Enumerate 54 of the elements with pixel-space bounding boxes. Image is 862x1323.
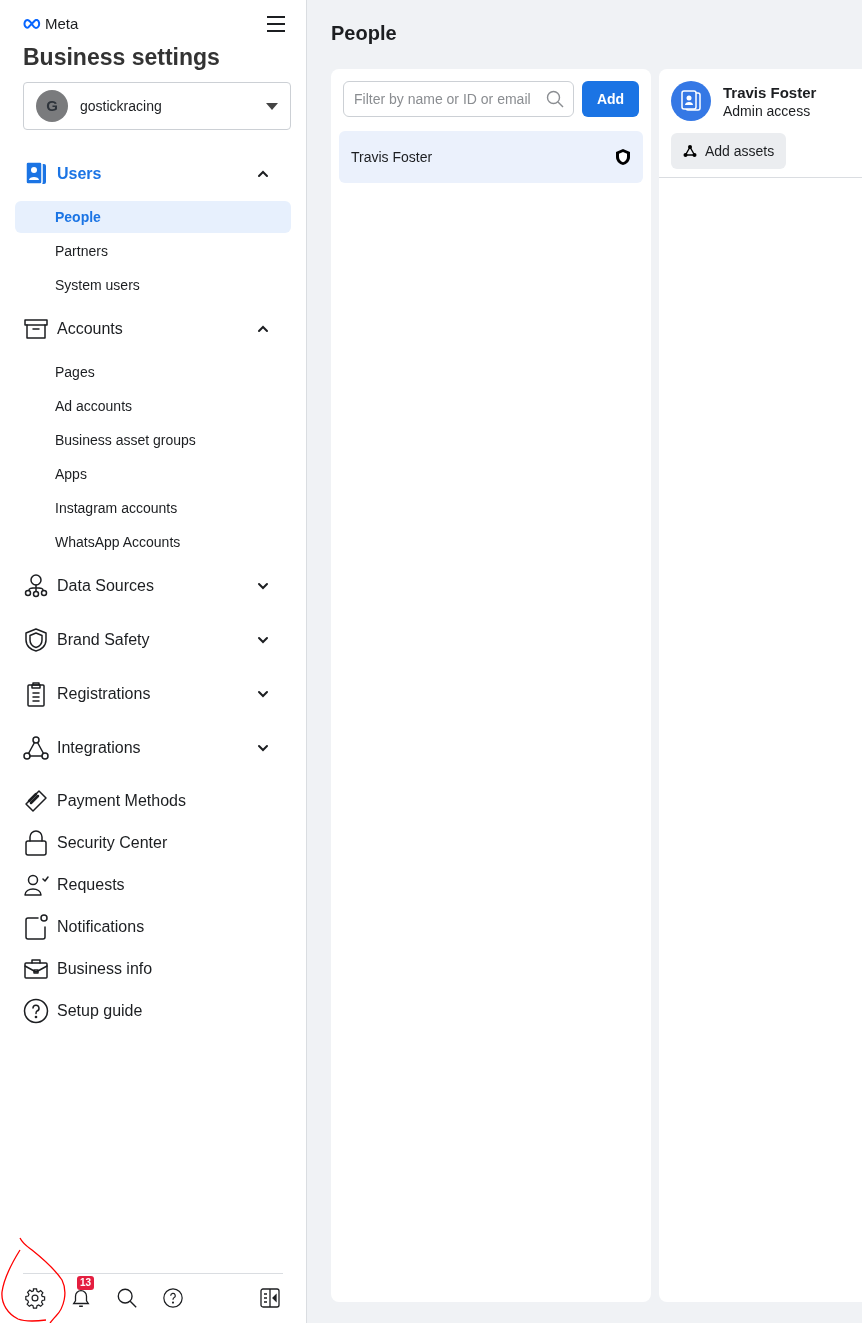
nav-group-header[interactable]: Brand Safety: [15, 618, 291, 662]
notification-count: 13: [77, 1275, 95, 1290]
nodes-icon: [683, 144, 697, 158]
settings-icon[interactable]: [23, 1285, 47, 1310]
nav-group-header[interactable]: Accounts: [15, 307, 291, 351]
users-icon: [23, 161, 49, 187]
nav-group-header[interactable]: Integrations: [15, 726, 291, 770]
briefcase-icon: [23, 957, 49, 981]
nav-link[interactable]: Business info: [15, 948, 291, 990]
person-avatar-icon: [671, 81, 711, 121]
access-level: Admin access: [723, 101, 812, 120]
nav-item[interactable]: Ad accounts: [15, 390, 291, 422]
brand-name: Meta: [45, 13, 79, 34]
nav-link[interactable]: Setup guide: [15, 990, 291, 1032]
account-name: gostickracing: [80, 96, 163, 116]
shield-icon: [23, 627, 49, 653]
person-row[interactable]: Travis Foster: [339, 131, 643, 183]
triangle-nodes-icon: [23, 735, 49, 761]
nav-link[interactable]: Notifications: [15, 906, 291, 948]
section-title: People: [331, 21, 398, 46]
person-name: Travis Foster: [351, 147, 434, 167]
page-heading: Business settings: [22, 43, 221, 72]
infinity-logo-icon: [23, 19, 41, 29]
account-selector[interactable]: G gostickracing: [23, 82, 291, 130]
add-button[interactable]: Add: [582, 81, 639, 117]
nav-group-header[interactable]: Registrations: [15, 672, 291, 716]
help-icon: [23, 998, 49, 1024]
nav-item[interactable]: System users: [15, 269, 291, 301]
credit-card-icon: [23, 788, 49, 814]
notification-square-icon: [23, 914, 49, 940]
person-check-icon: [23, 873, 49, 897]
search-icon: [546, 90, 564, 108]
nav-item[interactable]: People: [15, 201, 291, 233]
dropdown-caret-icon: [266, 102, 278, 110]
nodes-icon: [23, 573, 49, 599]
nav-item[interactable]: Partners: [15, 235, 291, 267]
nav-link[interactable]: Security Center: [15, 822, 291, 864]
nav-link[interactable]: Payment Methods: [15, 780, 291, 822]
avatar: G: [36, 90, 68, 122]
nav-group-header[interactable]: Users: [15, 152, 291, 196]
help-icon[interactable]: [161, 1285, 185, 1310]
nav-item[interactable]: Pages: [15, 356, 291, 388]
nav-item[interactable]: Apps: [15, 458, 291, 490]
archive-box-icon: [23, 317, 49, 341]
nav-group-header[interactable]: Data Sources: [15, 564, 291, 608]
lock-icon: [23, 830, 49, 856]
nav-item[interactable]: Business asset groups: [15, 424, 291, 456]
search-field[interactable]: Filter by name or ID or email: [343, 81, 574, 117]
nav-link[interactable]: Requests: [15, 864, 291, 906]
nav-item[interactable]: Instagram accounts: [15, 492, 291, 524]
add-assets-button[interactable]: Add assets: [671, 133, 787, 169]
panel-toggle-icon[interactable]: [258, 1285, 282, 1310]
nav-item[interactable]: WhatsApp Accounts: [15, 526, 291, 558]
person-name: Travis Foster: [723, 82, 817, 102]
